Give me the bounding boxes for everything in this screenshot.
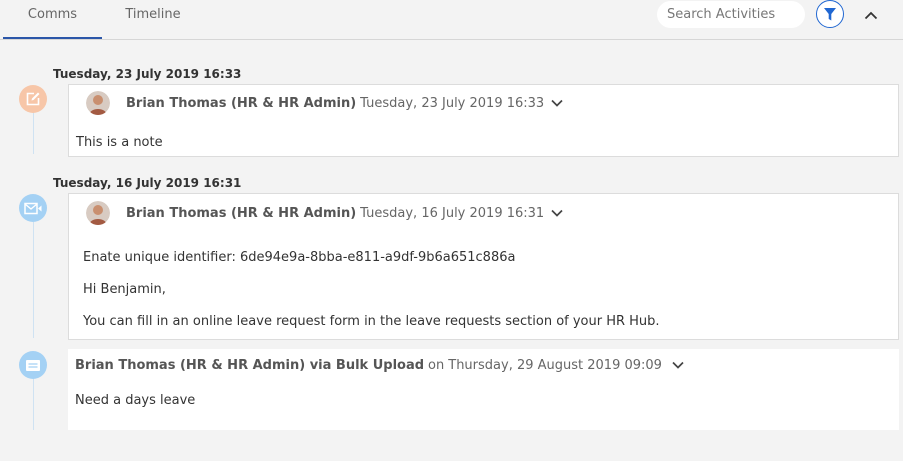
chevron-down-icon	[551, 99, 563, 107]
activity-timestamp: Tuesday, 16 July 2019 16:31	[360, 205, 545, 221]
activity-header: Brian Thomas (HR & HR Admin) via Bulk Up…	[75, 353, 684, 377]
edit-note-icon	[26, 92, 40, 106]
activity-card: Brian Thomas (HR & HR Admin) via Bulk Up…	[68, 349, 899, 430]
search-activities-input[interactable]	[657, 1, 805, 28]
avatar	[86, 91, 110, 115]
activity-timestamp: Thursday, 29 August 2019 09:09	[448, 357, 662, 373]
chevron-down-icon	[672, 361, 684, 369]
chevron-down-icon	[551, 209, 563, 217]
filter-icon	[824, 7, 836, 20]
activity-author: Brian Thomas (HR & HR Admin)	[126, 95, 357, 111]
message-node	[19, 351, 47, 379]
email-identifier-line: Enate unique identifier: 6de94e9a-8bba-e…	[83, 250, 516, 265]
timeline-line	[33, 222, 34, 338]
tab-comms[interactable]: Comms	[3, 0, 102, 39]
message-icon	[26, 359, 40, 371]
note-node	[19, 85, 47, 113]
activity-card: Brian Thomas (HR & HR Admin) Tuesday, 16…	[68, 193, 899, 340]
activity-body-text: Need a days leave	[75, 393, 196, 408]
activity-date-header: Tuesday, 16 July 2019 16:31	[53, 176, 242, 190]
activity-body-text: This is a note	[76, 135, 163, 150]
filter-button[interactable]	[816, 0, 844, 28]
expand-chevron[interactable]	[551, 99, 563, 107]
activity-header: Brian Thomas (HR & HR Admin) Tuesday, 23…	[86, 91, 563, 115]
activity-timestamp: Tuesday, 23 July 2019 16:33	[360, 95, 545, 111]
activity-tabs-bar: Comms Timeline	[0, 0, 903, 40]
tab-timeline[interactable]: Timeline	[104, 0, 202, 37]
collapse-button[interactable]	[860, 5, 882, 25]
timeline-line	[33, 112, 34, 154]
email-node	[19, 194, 47, 222]
chevron-up-icon	[864, 11, 878, 19]
email-icon	[24, 202, 42, 214]
activity-date-header: Tuesday, 23 July 2019 16:33	[53, 67, 242, 81]
activity-card: Brian Thomas (HR & HR Admin) Tuesday, 23…	[68, 84, 899, 157]
expand-chevron[interactable]	[672, 361, 684, 369]
activity-author: Brian Thomas (HR & HR Admin) via Bulk Up…	[75, 357, 425, 373]
email-greeting-line: Hi Benjamin,	[83, 282, 166, 297]
activity-timestamp-prefix: on	[428, 357, 445, 373]
avatar	[86, 201, 110, 225]
activity-author: Brian Thomas (HR & HR Admin)	[126, 205, 357, 221]
timeline-line	[33, 378, 34, 430]
activity-header: Brian Thomas (HR & HR Admin) Tuesday, 16…	[86, 201, 563, 225]
email-body-line: You can fill in an online leave request …	[83, 314, 660, 329]
expand-chevron[interactable]	[551, 209, 563, 217]
